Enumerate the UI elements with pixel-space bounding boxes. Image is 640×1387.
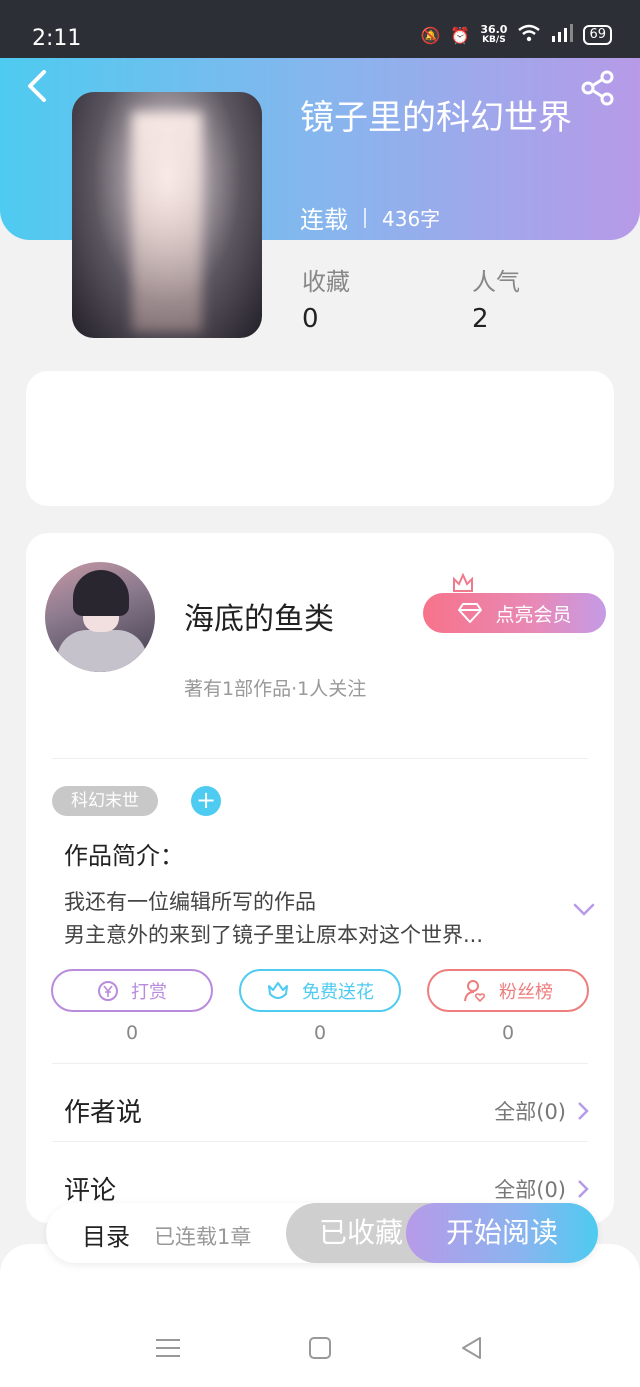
meta-separator (364, 207, 366, 228)
author-notes-label[interactable]: 作者说 (64, 1092, 142, 1129)
diamond-icon (458, 603, 483, 623)
reward-count: 0 (125, 1022, 139, 1044)
chevron-right-icon (578, 1102, 589, 1120)
intro-text-line-1: 我还有一位编辑所写的作品 (64, 890, 316, 914)
favorites-label: 收藏 (302, 268, 350, 296)
comments-all-label: 全部(0) (494, 1178, 566, 1202)
favorites-value: 0 (302, 304, 319, 334)
status-bar: 2:11 🔕 ⏰ 36.0 KB/S 69 (0, 0, 640, 58)
send-flower-label: 免费送花 (302, 981, 374, 1003)
divider (52, 758, 588, 759)
fans-ranking-label: 粉丝榜 (499, 981, 553, 1003)
alarm-icon: ⏰ (450, 25, 471, 45)
author-avatar[interactable] (45, 562, 155, 672)
book-status: 连载 (300, 206, 348, 234)
author-summary: 著有1部作品·1人关注 (184, 678, 367, 700)
mute-icon: 🔕 (420, 25, 441, 45)
flower-count: 0 (313, 1022, 327, 1044)
signal-icon (551, 24, 574, 46)
empty-card (26, 371, 614, 506)
book-meta: 连载 436字 (300, 200, 440, 235)
divider (52, 1063, 588, 1064)
author-notes-all[interactable]: 全部(0) (494, 1096, 590, 1126)
bottom-panel (0, 1244, 640, 1387)
wifi-icon (517, 24, 541, 46)
start-reading-button[interactable]: 开始阅读 (406, 1203, 598, 1263)
chapter-count: 已连载1章 (154, 1225, 252, 1249)
status-time: 2:11 (32, 26, 82, 51)
yen-icon (98, 980, 118, 1001)
book-cover[interactable] (72, 92, 262, 338)
chevron-down-icon[interactable] (572, 900, 596, 918)
chevron-right-icon (578, 1180, 589, 1198)
back-nav-icon[interactable] (458, 1334, 486, 1362)
menu-icon[interactable] (154, 1334, 182, 1362)
add-tag-button[interactable]: + (191, 786, 221, 816)
send-flower-button[interactable]: 免费送花 (239, 969, 401, 1012)
fans-count: 0 (501, 1022, 515, 1044)
popularity-label: 人气 (472, 268, 520, 296)
reward-label: 打赏 (131, 981, 167, 1003)
user-heart-icon (464, 979, 486, 1002)
genre-tag[interactable]: 科幻末世 (52, 786, 158, 816)
battery-icon: 69 (583, 25, 612, 45)
vip-button[interactable]: 点亮会员 (423, 593, 606, 633)
popularity-value: 2 (472, 304, 489, 334)
reward-button[interactable]: 打赏 (51, 969, 213, 1012)
intro-text-line-2: 男主意外的来到了镜子里让原本对这个世界... (64, 923, 484, 947)
intro-label: 作品简介： (64, 842, 184, 870)
word-count: 436字 (382, 207, 441, 231)
flower-icon (268, 981, 288, 999)
toc-button[interactable]: 目录 (82, 1217, 130, 1252)
crown-icon (453, 573, 473, 592)
net-speed: 36.0 KB/S (480, 23, 508, 45)
author-notes-all-label: 全部(0) (494, 1100, 566, 1124)
home-icon[interactable] (306, 1334, 334, 1362)
vip-label: 点亮会员 (495, 603, 572, 626)
author-name[interactable]: 海底的鱼类 (184, 594, 334, 638)
back-icon[interactable] (22, 68, 52, 104)
fans-ranking-button[interactable]: 粉丝榜 (427, 969, 589, 1012)
divider (52, 1141, 588, 1142)
comments-all[interactable]: 全部(0) (494, 1174, 590, 1204)
comments-label[interactable]: 评论 (64, 1170, 116, 1207)
book-title: 镜子里的科幻世界 (300, 98, 572, 138)
status-icons: 🔕 ⏰ 36.0 KB/S 69 (420, 24, 612, 46)
